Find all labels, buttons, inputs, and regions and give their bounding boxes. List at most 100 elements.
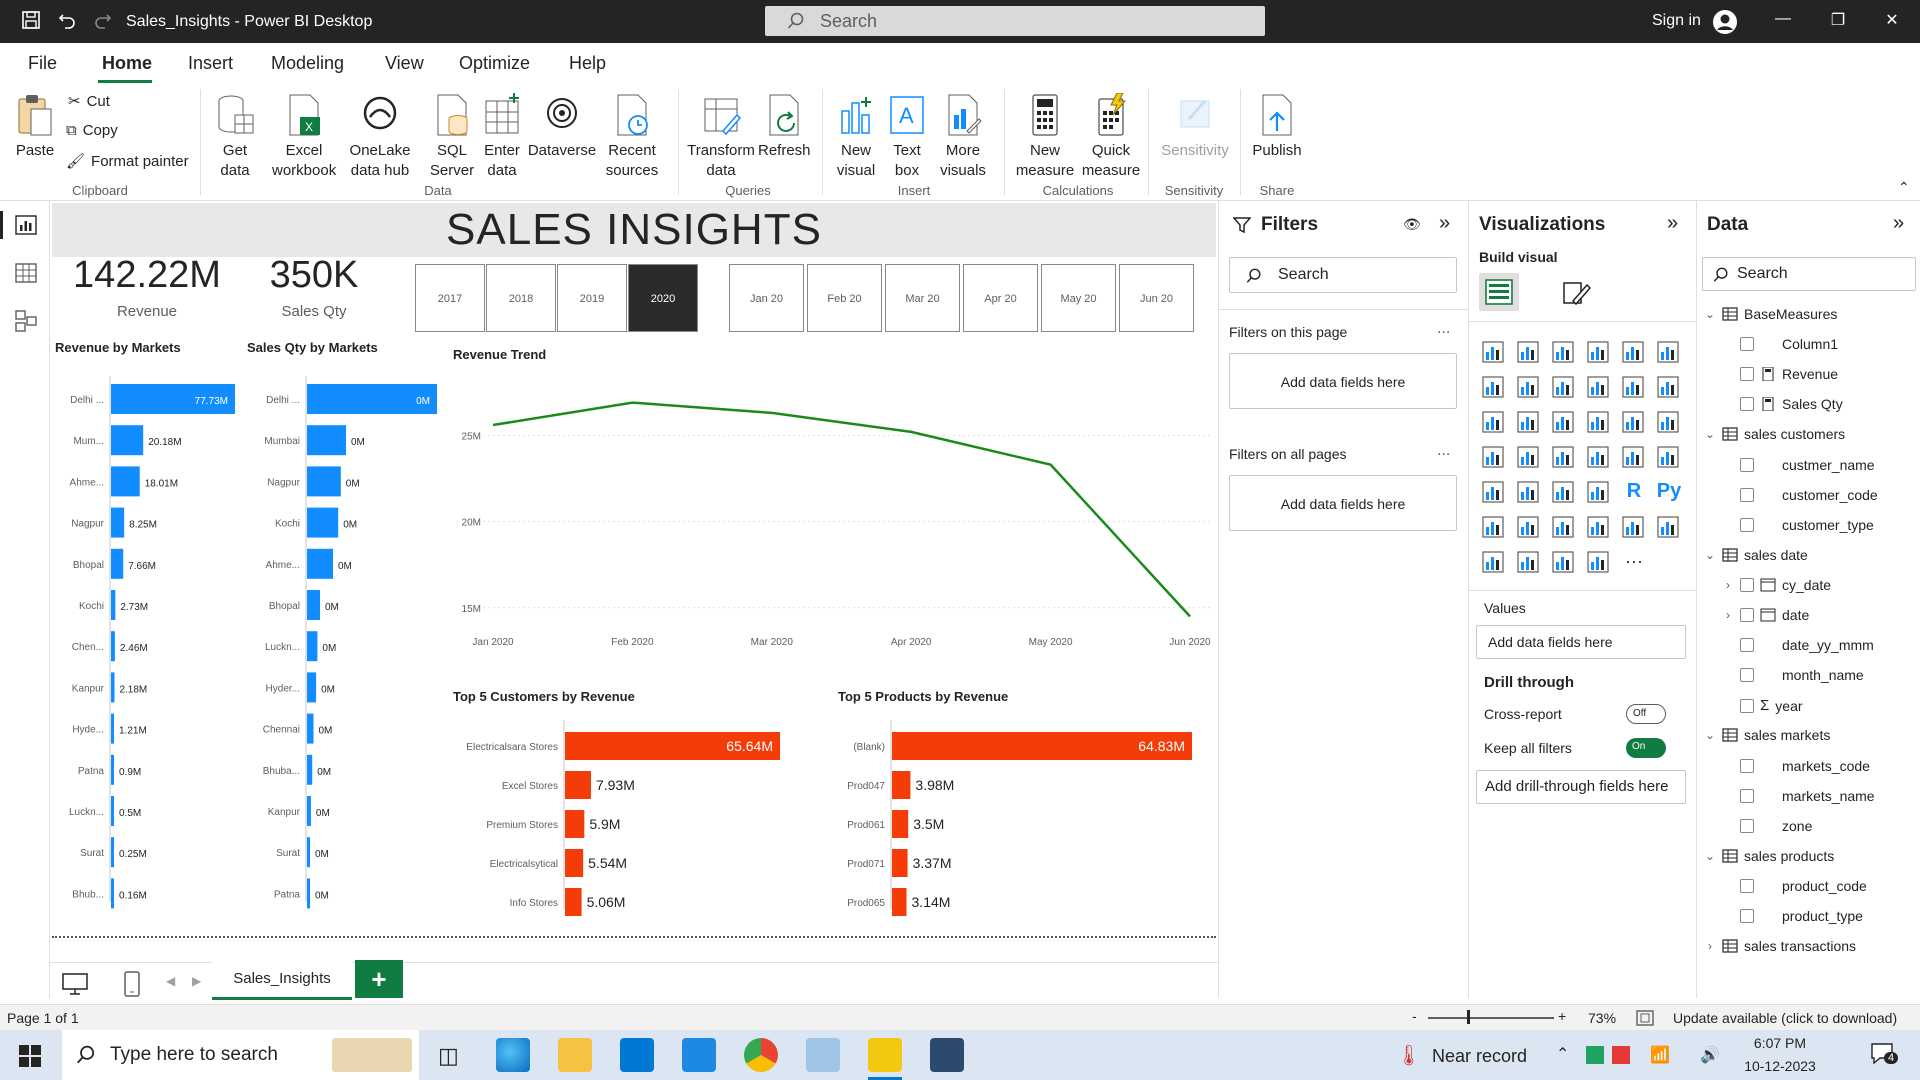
bar[interactable] [307,507,339,538]
drill-through-drop-zone[interactable]: Add drill-through fields here [1476,770,1686,804]
bar[interactable] [307,754,313,785]
bar[interactable] [111,837,114,868]
data-field-customer_type[interactable]: customer_type [1722,517,1874,533]
multi-row-card-visual-icon[interactable] [1656,445,1682,471]
add-page-button[interactable]: + [355,960,403,998]
data-field-month_name[interactable]: month_name [1722,667,1864,683]
data-field-markets_code[interactable]: markets_code [1722,758,1870,774]
minimize-icon[interactable]: — [1768,10,1798,28]
cross-report-toggle[interactable]: Off [1626,704,1666,724]
data-field-Revenue[interactable]: Revenue [1722,366,1838,382]
build-visual-tab[interactable] [1479,273,1519,311]
zoom-slider-thumb[interactable] [1467,1010,1470,1024]
update-available-link[interactable]: Update available (click to download) [1673,1010,1897,1026]
data-field-cy_date[interactable]: › cy_date [1722,577,1831,593]
bar[interactable] [307,631,318,662]
chevron-down-icon[interactable]: ⌄ [1704,307,1716,321]
data-table-sales-markets[interactable]: ⌄ sales markets [1704,727,1830,743]
data-table-BaseMeasures[interactable]: ⌄ BaseMeasures [1704,306,1837,322]
paginated-visual-icon[interactable] [1656,515,1682,541]
menu-file[interactable]: File [28,53,57,74]
eye-icon[interactable]: 👁 [1403,216,1421,233]
field-checkbox[interactable] [1740,457,1754,472]
python-visual-icon[interactable]: Py [1656,480,1682,506]
edge-browser-icon[interactable] [496,1038,530,1072]
bar[interactable] [565,888,582,916]
area-visual-icon[interactable] [1516,375,1542,401]
bar[interactable] [111,466,140,497]
kpi-visual-icon[interactable] [1481,480,1507,506]
data-field-product_code[interactable]: product_code [1722,878,1867,894]
collapse-viz-icon[interactable]: » [1667,212,1678,235]
quick-measure-button[interactable]: Quick measure [1080,93,1142,181]
stacked-area-visual-icon[interactable] [1551,375,1577,401]
bar[interactable] [111,631,115,662]
filters-search-input[interactable]: Search [1229,257,1457,293]
chevron-down-icon[interactable]: ⌄ [1704,728,1716,742]
decomposition-tree-visual-icon[interactable] [1516,515,1542,541]
menu-view[interactable]: View [385,53,424,74]
get-data-button[interactable]: Get data [210,93,260,181]
title-search-box[interactable]: Search [765,6,1265,36]
field-checkbox[interactable] [1740,608,1754,622]
more-visuals-button[interactable]: More visuals [932,93,994,181]
month-slicer-feb[interactable]: Feb 20 [807,264,882,332]
data-field-date_yy_mmm[interactable]: date_yy_mmm [1722,637,1874,653]
bar[interactable] [892,888,907,916]
smart-narrative-visual-icon[interactable] [1586,515,1612,541]
100-bar-visual-icon[interactable] [1621,340,1647,366]
bar[interactable] [111,425,144,456]
tab-scroll-left-icon[interactable]: ◀ [166,974,175,988]
clustered-column-visual-icon[interactable] [1586,340,1612,366]
redo-icon[interactable] [92,10,114,32]
data-field-zone[interactable]: zone [1722,818,1812,834]
more-visual-icon[interactable]: ··· [1621,550,1647,576]
data-field-year[interactable]: Σyear [1722,697,1803,714]
field-checkbox[interactable] [1740,668,1754,683]
waterfall-visual-icon[interactable] [1481,410,1507,436]
treemap-visual-icon[interactable] [1656,410,1682,436]
copy-button[interactable]: ⧉ Copy [66,122,118,139]
data-field-custmer_name[interactable]: custmer_name [1722,457,1875,473]
field-checkbox[interactable] [1740,517,1754,532]
scatter-visual-icon[interactable] [1551,410,1577,436]
report-view-icon[interactable] [14,213,38,237]
year-slicer-2020[interactable]: 2020 [628,264,698,332]
month-slicer-mar[interactable]: Mar 20 [885,264,960,332]
desktop-layout-icon[interactable] [62,973,88,995]
excel-workbook-button[interactable]: X Excel workbook [272,93,336,181]
data-table-sales-date[interactable]: ⌄ sales date [1704,547,1808,563]
bar[interactable] [892,771,911,799]
close-icon[interactable]: ✕ [1877,10,1907,30]
clock-time[interactable]: 6:07 PM [1744,1035,1816,1051]
bar[interactable] [892,849,908,877]
r-script-visual-icon[interactable]: R [1621,480,1647,506]
network-icon[interactable]: 📶 [1650,1045,1670,1065]
field-checkbox[interactable] [1740,909,1754,923]
field-checkbox[interactable] [1740,577,1754,592]
weather-text[interactable]: Near record [1432,1046,1527,1067]
tray-app-icon[interactable] [1612,1046,1630,1064]
bar[interactable] [307,548,333,579]
power-automate-visual-icon[interactable] [1516,550,1542,576]
filters-page-more-icon[interactable]: ... [1437,320,1450,338]
menu-modeling[interactable]: Modeling [271,53,344,74]
diamond-visual-icon[interactable] [1551,550,1577,576]
collapse-ribbon-icon[interactable]: ⌃ [1898,179,1910,196]
data-field-customer_code[interactable]: customer_code [1722,487,1878,503]
month-slicer-jun[interactable]: Jun 20 [1119,264,1194,332]
clustered-bar-visual-icon[interactable] [1551,340,1577,366]
data-table-sales-transactions[interactable]: › sales transactions [1704,938,1856,954]
clock-date[interactable]: 10-12-2023 [1734,1058,1826,1074]
slicer-visual-icon[interactable] [1516,480,1542,506]
bar[interactable] [565,849,584,877]
matrix-visual-icon[interactable] [1586,480,1612,506]
data-field-date[interactable]: › date [1722,607,1809,623]
new-visual-button[interactable]: New visual [830,93,882,181]
account-icon[interactable] [1712,9,1738,40]
windows-start-icon[interactable] [18,1044,42,1068]
tray-expand-icon[interactable]: ⌃ [1556,1044,1569,1064]
stacked-column-visual-icon[interactable] [1516,340,1542,366]
donut-visual-icon[interactable] [1621,410,1647,436]
onelake-button[interactable]: OneLake data hub [334,93,426,181]
